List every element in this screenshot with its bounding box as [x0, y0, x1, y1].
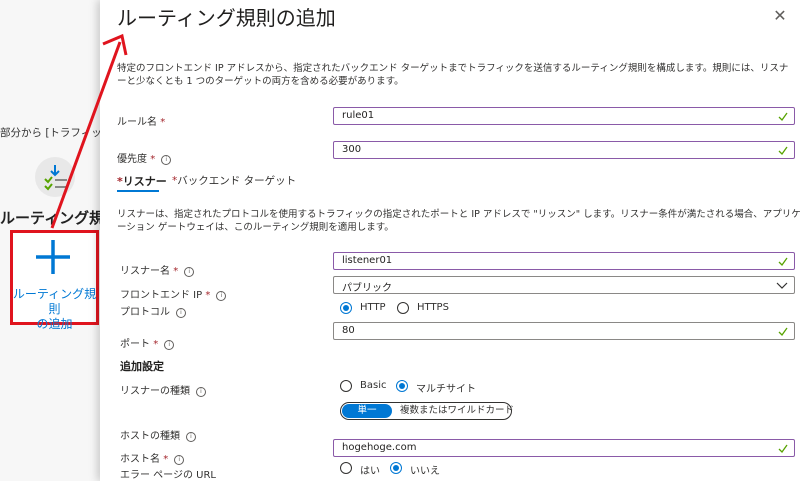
- annotation-arrow: [50, 33, 128, 229]
